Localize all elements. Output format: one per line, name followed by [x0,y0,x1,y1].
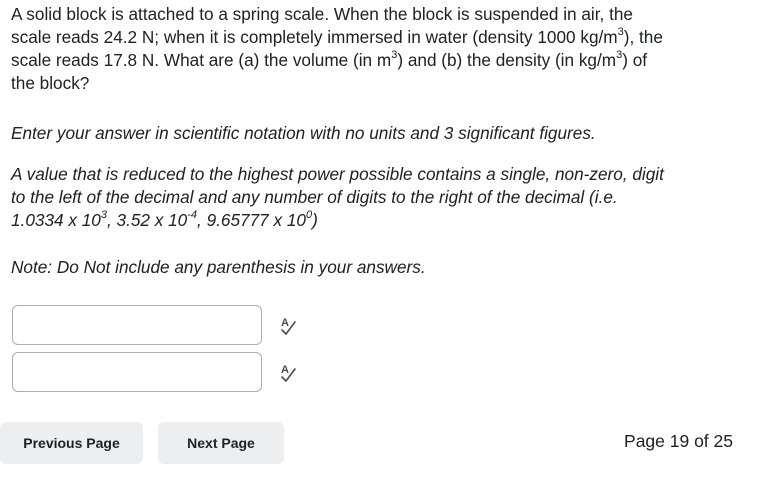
spellcheck-icon[interactable]: A [277,314,299,336]
answer-row-b: A [12,352,312,394]
sci-notation-instruction: Enter your answer in scientific notation… [11,123,596,143]
question-line: the block? [11,73,90,93]
question-line: scale reads 24.2 N; when it is completel… [11,27,618,47]
svg-text:A: A [281,364,289,376]
page-indicator: Page 19 of 25 [624,431,733,451]
question-line: ) and (b) the density (in kg/m [397,50,617,70]
superscript: -4 [187,209,198,222]
superscript: 3 [391,49,398,62]
superscript: 3 [617,26,624,39]
question-line: scale reads 17.8 N. What are (a) the vol… [11,50,392,70]
next-page-button[interactable]: Next Page [158,422,284,464]
previous-page-button[interactable]: Previous Page [0,422,143,464]
question-line: ), the [623,27,663,47]
answer-input-a[interactable] [12,305,262,345]
explanation-line: A value that is reduced to the highest p… [11,164,664,184]
notation-explanation: A value that is reduced to the highest p… [11,163,756,232]
question-line: ) of [622,50,648,70]
superscript: 3 [100,209,107,222]
spellcheck-icon[interactable]: A [277,361,299,383]
svg-text:A: A [281,317,289,329]
superscript: 3 [616,49,623,62]
note-text: Note: Do Not include any parenthesis in … [11,257,426,277]
example-text: 1.0334 x 10 [11,210,101,230]
question-line: A solid block is attached to a spring sc… [11,4,633,24]
example-text: ) [312,210,318,230]
example-text: , 9.65777 x 10 [197,210,306,230]
answer-row-a: A [12,305,312,347]
explanation-line: to the left of the decimal and any numbe… [11,187,618,207]
answer-input-b[interactable] [12,352,262,392]
example-text: , 3.52 x 10 [106,210,188,230]
question-text: A solid block is attached to a spring sc… [11,3,751,95]
superscript: 0 [305,209,313,222]
